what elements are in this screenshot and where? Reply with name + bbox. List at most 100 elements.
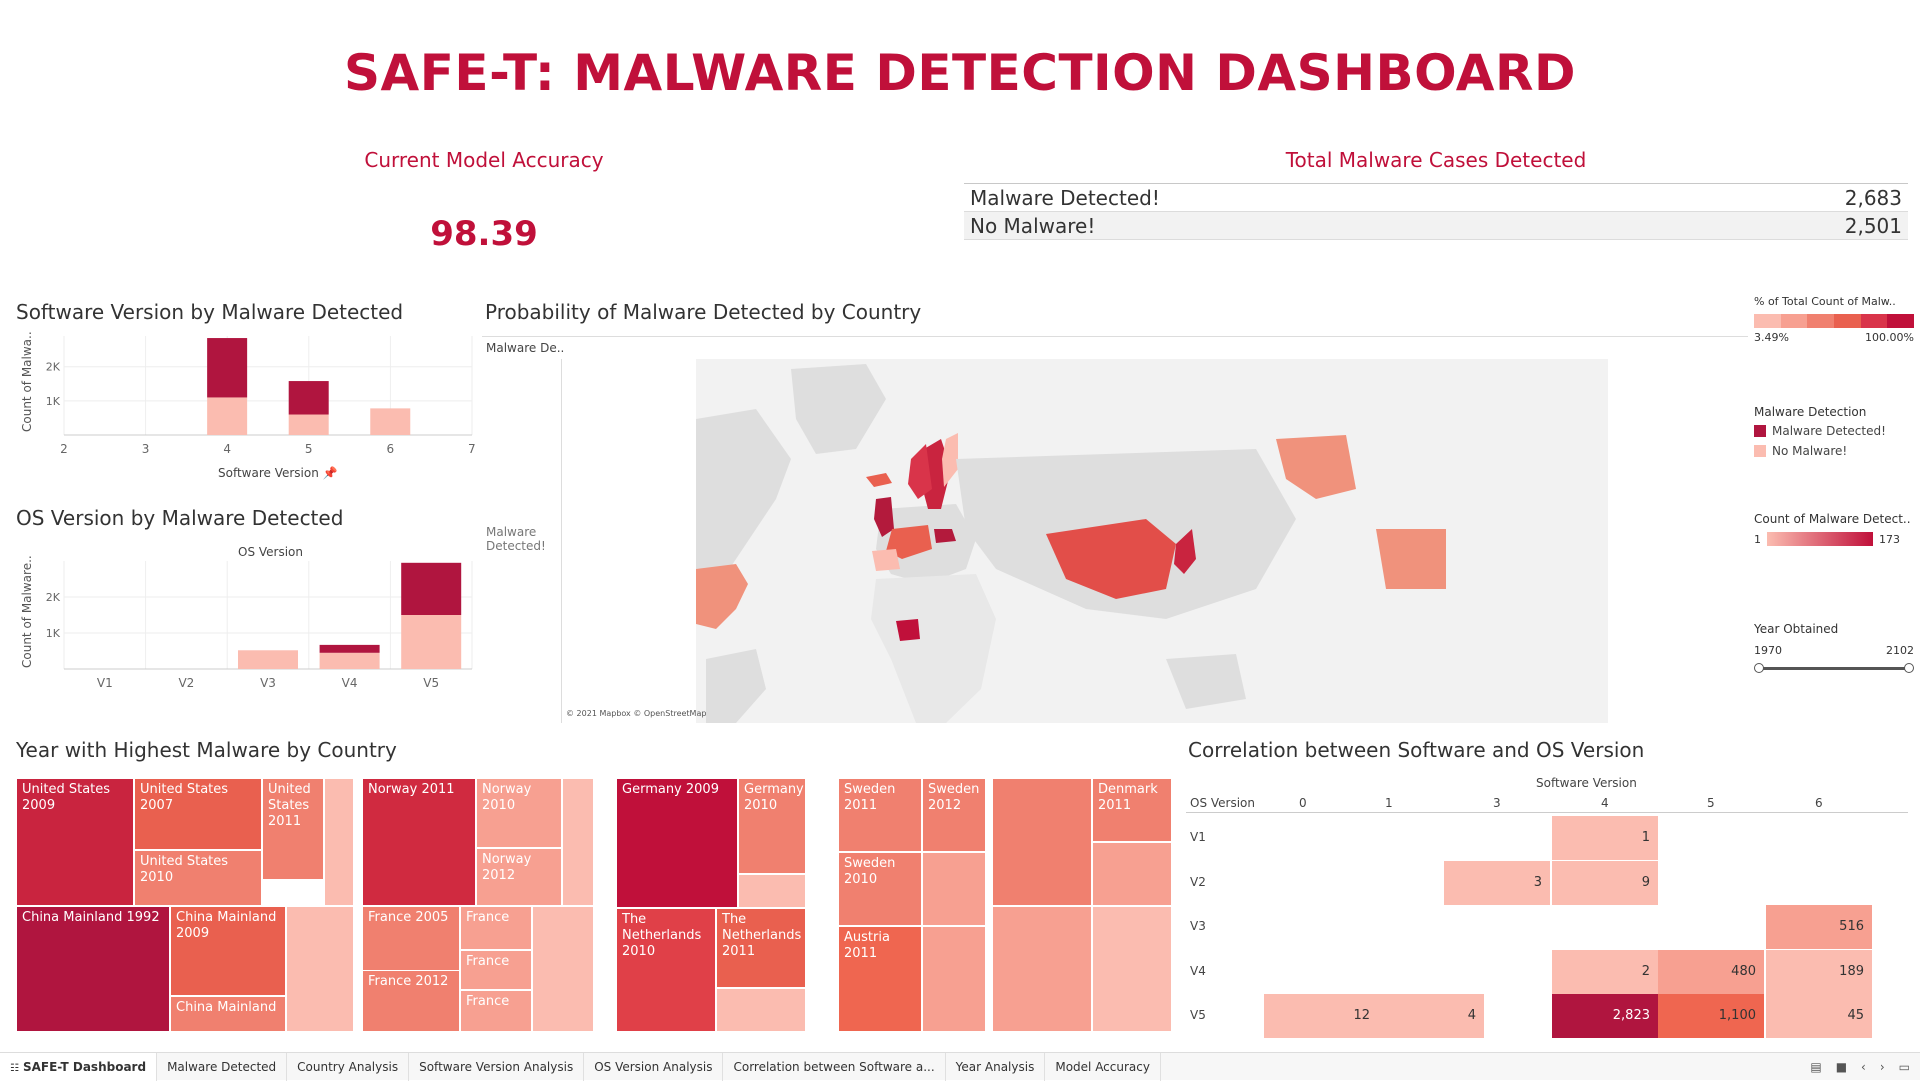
treemap-cell[interactable]: China Mainland 2009 <box>170 906 286 996</box>
legend-pct-max: 100.00% <box>1865 331 1914 344</box>
tab-software-version-analysis[interactable]: Software Version Analysis <box>409 1052 585 1081</box>
treemap-cell-small[interactable] <box>324 778 354 906</box>
treemap-cell[interactable]: The Netherlands 2011 <box>716 908 806 988</box>
bar-segment <box>288 414 329 435</box>
tab-malware-detected[interactable]: Malware Detected <box>157 1052 288 1081</box>
prev-sheet-icon[interactable]: ‹ <box>1861 1060 1866 1074</box>
correlation-cell[interactable]: 4 <box>1378 994 1484 1038</box>
correlation-cell[interactable]: 1 <box>1552 816 1658 860</box>
correlation-cell[interactable]: 45 <box>1766 994 1872 1038</box>
correlation-cell[interactable]: 3 <box>1444 860 1550 905</box>
pin-icon[interactable]: 📌 <box>323 466 338 480</box>
treemap-cell-small[interactable] <box>1092 842 1172 906</box>
treemap-cell[interactable]: China Mainland <box>170 996 286 1032</box>
treemap-cell[interactable]: France 2012 <box>362 970 460 1032</box>
tab-correlation[interactable]: Correlation between Software a... <box>723 1052 946 1081</box>
treemap-cell[interactable]: Sweden 2011 <box>838 778 922 852</box>
cases-row-detected[interactable]: Malware Detected! 2,683 <box>964 184 1908 212</box>
correlation-cell[interactable]: 12 <box>1264 994 1378 1038</box>
correlation-cell[interactable]: 1,100 <box>1658 994 1764 1038</box>
tab-safe-t-dashboard[interactable]: ☷ SAFE-T Dashboard <box>0 1052 158 1081</box>
correlation-col-label: 0 <box>1299 796 1307 810</box>
present-icon[interactable]: ▭ <box>1899 1060 1910 1074</box>
treemap-cell[interactable]: China Mainland 1992 <box>16 906 170 1032</box>
treemap-cell[interactable]: Sweden 2012 <box>922 778 986 852</box>
treemap-cell[interactable]: France <box>460 950 532 990</box>
tab-model-accuracy[interactable]: Model Accuracy <box>1045 1052 1161 1081</box>
legend-year[interactable]: Year Obtained 1970 2102 <box>1754 622 1914 677</box>
slider-handle-min[interactable] <box>1754 663 1764 673</box>
tab-year-analysis[interactable]: Year Analysis <box>946 1052 1046 1081</box>
cases-row-no-malware[interactable]: No Malware! 2,501 <box>964 212 1908 240</box>
treemap-cell[interactable]: United States 2009 <box>16 778 134 906</box>
legend-detection[interactable]: Malware Detection Malware Detected! No M… <box>1754 405 1914 458</box>
legend-year-max: 2102 <box>1886 644 1914 657</box>
correlation-cell[interactable]: 516 <box>1766 905 1872 949</box>
treemap-cell-small[interactable] <box>286 906 354 1032</box>
correlation-row-header: OS Version <box>1190 796 1256 810</box>
treemap-cell-small[interactable] <box>1092 906 1172 1032</box>
slider-handle-max[interactable] <box>1904 663 1914 673</box>
treemap-cell[interactable]: Denmark 2011 <box>1092 778 1172 842</box>
treemap-cell[interactable]: United States 2011 <box>262 778 324 880</box>
y-tick-label: 2K <box>46 361 61 374</box>
treemap[interactable]: United States 2009 United States 2007 Un… <box>16 778 1172 1032</box>
treemap-cell[interactable]: Sweden 2010 <box>838 852 922 926</box>
os-bar-chart[interactable]: 1K 2K V1 V2 V3 V4 V5 <box>40 555 480 695</box>
treemap-cell[interactable]: United States 2010 <box>134 850 262 906</box>
os-chart-title: OS Version by Malware Detected <box>16 506 344 530</box>
software-bar-chart[interactable]: 1K 2K 2 3 4 5 6 7 <box>40 330 480 480</box>
x-tick-label: V1 <box>97 676 113 690</box>
accuracy-title: Current Model Accuracy <box>364 148 604 172</box>
next-sheet-icon[interactable]: › <box>1880 1060 1885 1074</box>
year-slider[interactable] <box>1754 661 1914 677</box>
bar-segment <box>238 650 298 669</box>
correlation-title: Correlation between Software and OS Vers… <box>1188 738 1645 762</box>
treemap-cell[interactable]: Germany 2010 <box>738 778 806 874</box>
tab-os-version-analysis[interactable]: OS Version Analysis <box>584 1052 724 1081</box>
treemap-cell[interactable]: France <box>460 906 532 950</box>
correlation-table[interactable]: Software Version OS Version 0 1 3 4 5 6 V1 V2 V3… <box>1186 776 1908 1038</box>
treemap-cell-small[interactable] <box>716 988 806 1032</box>
bar-segment <box>288 381 329 415</box>
treemap-cell[interactable]: Norway 2012 <box>476 848 562 906</box>
correlation-cell[interactable]: 9 <box>1552 860 1658 905</box>
map-panel: Malware De.. Malware Detected! © 2021 Ma… <box>482 336 1748 723</box>
world-map[interactable] <box>696 359 1608 723</box>
treemap-cell[interactable]: France <box>460 990 532 1032</box>
map-region-nigeria <box>896 619 920 641</box>
legend-item-detected[interactable]: Malware Detected! <box>1754 424 1914 438</box>
legend-item-no-malware[interactable]: No Malware! <box>1754 444 1914 458</box>
treemap-cell[interactable]: Germany 2009 <box>616 778 738 908</box>
legend-count[interactable]: Count of Malware Detect.. 1 173 <box>1754 512 1914 546</box>
legend-pct[interactable]: % of Total Count of Malw.. 3.49% 100.00% <box>1754 295 1915 344</box>
correlation-col-label: 5 <box>1707 796 1715 810</box>
treemap-cell-small[interactable] <box>922 926 986 1032</box>
treemap-cell[interactable]: Norway 2010 <box>476 778 562 848</box>
correlation-row-label: V3 <box>1190 919 1206 933</box>
tab-country-analysis[interactable]: Country Analysis <box>287 1052 410 1081</box>
correlation-cell[interactable]: 2,823 <box>1552 994 1658 1038</box>
correlation-col-label: 1 <box>1385 796 1393 810</box>
treemap-cell-small[interactable] <box>532 906 594 1032</box>
treemap-cell-small[interactable] <box>738 874 806 908</box>
treemap-cell[interactable]: The Netherlands 2010 <box>616 908 716 1032</box>
correlation-cell[interactable]: 2 <box>1552 949 1658 994</box>
filmstrip-icon[interactable]: ▤ <box>1810 1060 1821 1074</box>
treemap-cell[interactable]: Norway 2011 <box>362 778 476 906</box>
treemap-cell[interactable]: Austria 2011 <box>838 926 922 1032</box>
treemap-cell-small[interactable] <box>922 852 986 926</box>
map-row-header: Malware De.. <box>486 341 565 355</box>
treemap-cell-small[interactable] <box>992 778 1092 906</box>
correlation-cell[interactable]: 189 <box>1766 949 1872 994</box>
x-tick-label: 2 <box>60 442 68 456</box>
software-xlabel: Software Version 📌 <box>218 466 338 480</box>
sheet-tab-bar: ☷ SAFE-T Dashboard Malware Detected Count… <box>0 1052 1920 1081</box>
tabs-icon[interactable]: ■ <box>1836 1060 1847 1074</box>
bar-segment <box>319 644 380 653</box>
treemap-cell-small[interactable] <box>992 906 1092 1032</box>
treemap-cell-small[interactable] <box>562 778 594 906</box>
correlation-cell[interactable]: 480 <box>1658 949 1764 994</box>
x-tick-label: 5 <box>305 442 313 456</box>
treemap-cell[interactable]: United States 2007 <box>134 778 262 850</box>
